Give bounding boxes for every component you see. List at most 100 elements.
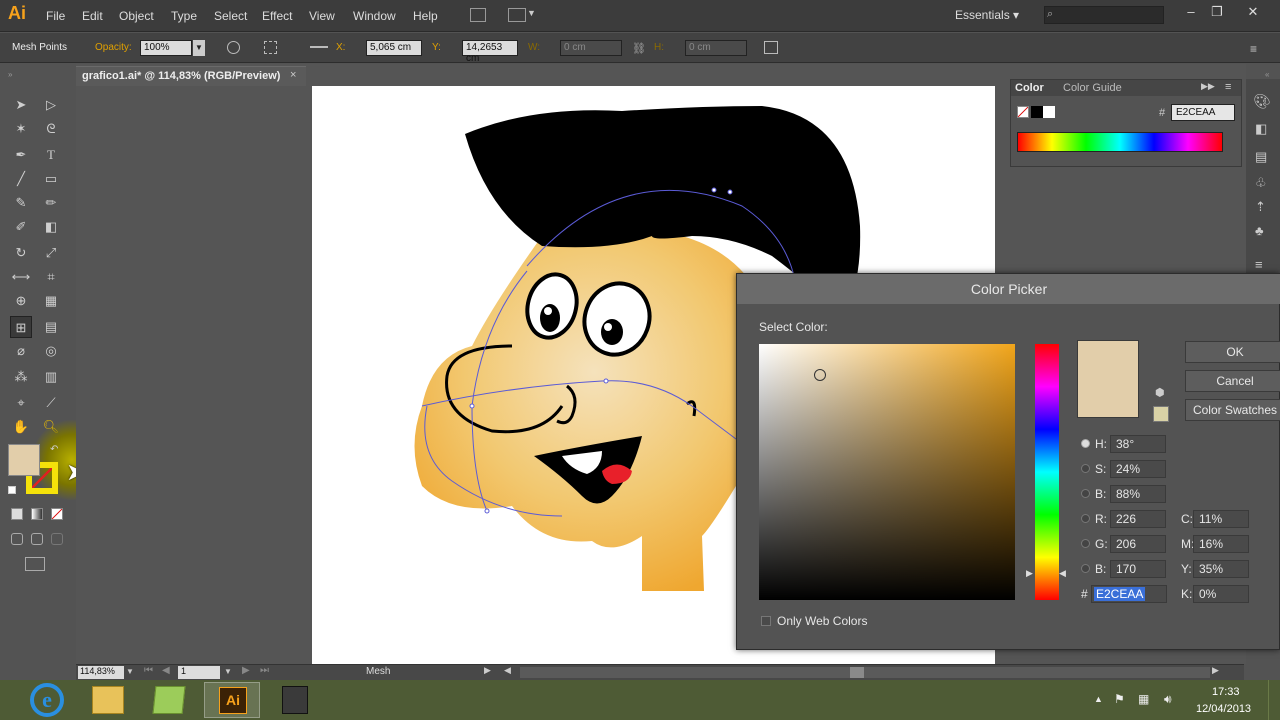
opacity-dropdown[interactable]: ▼: [193, 40, 205, 56]
black-swatch[interactable]: [1031, 106, 1043, 118]
notepad-icon[interactable]: [152, 686, 186, 714]
transform-reference-icon[interactable]: [264, 41, 277, 54]
recorder-app-icon[interactable]: [282, 686, 308, 714]
green-input[interactable]: 206: [1110, 535, 1166, 553]
eraser-tool-icon[interactable]: ◧: [40, 216, 62, 238]
paintbrush-tool-icon[interactable]: ✎: [10, 192, 32, 214]
default-colors-icon[interactable]: [8, 486, 16, 494]
rectangle-tool-icon[interactable]: ▭: [40, 168, 62, 190]
illustrator-taskbar-item[interactable]: Ai: [204, 682, 260, 718]
y-input[interactable]: 14,2653 cm: [462, 40, 518, 64]
w-input[interactable]: 0 cm: [560, 40, 622, 56]
chevron-down-icon[interactable]: ▼: [527, 8, 536, 18]
lasso-tool-icon[interactable]: ᘓ: [40, 118, 62, 140]
line-tool-icon[interactable]: ╱: [10, 168, 32, 190]
white-swatch[interactable]: [1043, 106, 1055, 118]
scrollbar-thumb[interactable]: [850, 667, 864, 678]
draw-normal-icon[interactable]: [11, 533, 23, 545]
h-input[interactable]: 0 cm: [685, 40, 747, 56]
blue-input[interactable]: 170: [1110, 560, 1166, 578]
panel-menu-icon[interactable]: ≡: [1225, 81, 1231, 93]
radio-red[interactable]: [1081, 514, 1090, 523]
tab-color-guide[interactable]: Color Guide: [1063, 82, 1122, 94]
workspace-switcher[interactable]: Essentials ▾: [955, 8, 1019, 22]
x-input[interactable]: 5,065 cm: [366, 40, 422, 56]
status-menu-arrow[interactable]: ▶: [484, 665, 491, 676]
radio-green[interactable]: [1081, 539, 1090, 548]
slice-tool-icon[interactable]: ⟋: [40, 392, 62, 414]
cyan-input[interactable]: 11%: [1193, 510, 1249, 528]
color-panel-icon[interactable]: 🎨︎: [1253, 93, 1271, 110]
zoom-dropdown-icon[interactable]: ▼: [126, 667, 134, 676]
menu-view[interactable]: View: [309, 9, 335, 23]
panel-expand-icon[interactable]: ▶▶: [1201, 81, 1215, 92]
scale-tool-icon[interactable]: ⤢: [40, 242, 62, 264]
saturation-input[interactable]: 24%: [1110, 460, 1166, 478]
scroll-right-icon[interactable]: ▶: [1212, 665, 1219, 676]
opacity-label[interactable]: Opacity:: [95, 42, 132, 53]
screen-mode-icon[interactable]: [25, 557, 45, 571]
brightness-input[interactable]: 88%: [1110, 485, 1166, 503]
symbols-icon[interactable]: ♧: [1255, 175, 1267, 191]
isolate-icon[interactable]: [764, 41, 778, 54]
recolor-icon[interactable]: [227, 41, 240, 54]
restore-button[interactable]: ❐: [1202, 4, 1232, 24]
tray-expand-icon[interactable]: ▲: [1094, 694, 1103, 704]
hue-slider[interactable]: [1035, 344, 1059, 600]
volume-icon[interactable]: 🔊︎: [1164, 692, 1172, 707]
rotate-tool-icon[interactable]: ↻: [10, 242, 32, 264]
menu-help[interactable]: Help: [413, 9, 438, 23]
perspective-grid-tool-icon[interactable]: ▦: [40, 290, 62, 312]
column-graph-tool-icon[interactable]: ▥: [40, 366, 62, 388]
artboard-tool-icon[interactable]: ⌖: [10, 392, 32, 414]
color-swatches-button[interactable]: Color Swatches: [1185, 399, 1280, 421]
blend-tool-icon[interactable]: ◎: [40, 340, 62, 362]
web-safe-swatch[interactable]: [1153, 406, 1169, 422]
constrain-link-icon[interactable]: ⛓: [632, 42, 646, 55]
none-swatch[interactable]: [1017, 106, 1029, 118]
ok-button[interactable]: OK: [1185, 341, 1280, 363]
artboard-dropdown-icon[interactable]: ▼: [224, 667, 232, 676]
internet-explorer-icon[interactable]: e: [30, 683, 64, 717]
selection-tool-icon[interactable]: ➤: [10, 94, 32, 116]
hex-field[interactable]: E2CEAA: [1091, 585, 1167, 603]
black-input[interactable]: 0%: [1193, 585, 1249, 603]
direct-selection-tool-icon[interactable]: ▷: [40, 94, 62, 116]
stroke-icon[interactable]: ≡: [1255, 257, 1263, 272]
opacity-input[interactable]: 100%: [140, 40, 192, 56]
scroll-left-icon[interactable]: ◀: [504, 665, 511, 676]
width-tool-icon[interactable]: ⟷: [10, 266, 32, 288]
out-of-gamut-icon[interactable]: ⬢: [1155, 386, 1165, 399]
red-input[interactable]: 226: [1110, 510, 1166, 528]
tab-color[interactable]: Color: [1015, 82, 1044, 94]
pencil-tool-icon[interactable]: ✏: [40, 192, 62, 214]
menu-effect[interactable]: Effect: [262, 9, 292, 23]
menu-object[interactable]: Object: [119, 9, 154, 23]
bridge-icon[interactable]: [470, 8, 486, 22]
draw-behind-icon[interactable]: [31, 533, 43, 545]
menu-file[interactable]: File: [46, 9, 65, 23]
shape-builder-tool-icon[interactable]: ⊕: [10, 290, 32, 312]
network-icon[interactable]: ▦: [1138, 692, 1149, 706]
layers-icon[interactable]: ♣: [1255, 223, 1264, 238]
symbol-sprayer-tool-icon[interactable]: ⁂: [10, 366, 32, 388]
last-artboard-icon[interactable]: ⏭: [260, 665, 269, 676]
prev-artboard-icon[interactable]: ◀: [162, 665, 170, 676]
cancel-button[interactable]: Cancel: [1185, 370, 1280, 392]
color-mode-icon[interactable]: [11, 508, 23, 520]
radio-blue[interactable]: [1081, 564, 1090, 573]
artboard-number-input[interactable]: 1: [178, 666, 220, 679]
clock-date[interactable]: 12/04/2013: [1196, 703, 1251, 715]
free-transform-tool-icon[interactable]: ⌗: [40, 266, 62, 288]
color-selector-ring[interactable]: [814, 369, 826, 381]
show-desktop-button[interactable]: [1268, 680, 1280, 720]
swatches-icon[interactable]: ◧: [1255, 121, 1267, 137]
arrange-documents-icon[interactable]: [508, 8, 526, 22]
hue-input[interactable]: 38°: [1110, 435, 1166, 453]
only-web-colors-checkbox[interactable]: [761, 616, 771, 626]
gradient-tool-icon[interactable]: ▤: [40, 316, 62, 338]
dock-collapse-icon[interactable]: «: [1265, 70, 1269, 79]
hex-input[interactable]: E2CEAA: [1171, 104, 1235, 121]
magenta-input[interactable]: 16%: [1193, 535, 1249, 553]
gradient-mode-icon[interactable]: [31, 508, 43, 520]
